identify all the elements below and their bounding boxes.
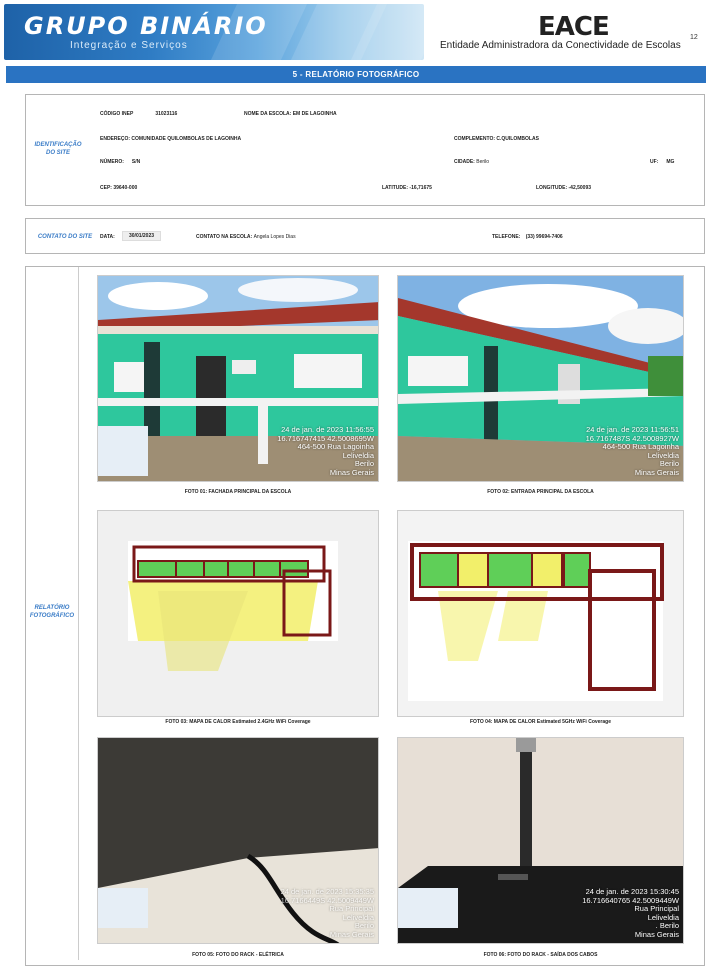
school-field: NOME DA ESCOLA: EM DE LAGOINHA	[244, 111, 337, 117]
photo-02-entrance: 24 de jan. de 2023 11:56:51 16.7167487S …	[397, 275, 684, 482]
number-field: NÚMERO: S/N	[100, 159, 141, 165]
contact-field: CONTATO NA ESCOLA: Angela Lopes Dias	[196, 234, 296, 240]
photo-05-caption: FOTO 05: FOTO DO RACK - ELÉTRICA	[192, 952, 284, 958]
photo-06-geotag: 24 de jan. de 2023 15:30:45 16.716640765…	[582, 887, 679, 939]
eace-logo: EACE	[538, 12, 610, 42]
logo-title: GRUPO BINÁRIO	[24, 12, 268, 40]
logo-subtitle: Integração e Serviços	[70, 40, 188, 51]
inep-field: CÓDIGO INEP 31023116	[100, 111, 178, 117]
longitude-field: LONGITUDE: -42,50093	[536, 185, 592, 191]
photo-05-rack-electrical: 24 de jan. de 2023 15:35:35 16.7166449S …	[97, 737, 379, 944]
latitude-field: LATITUDE: -16,71675	[382, 185, 432, 191]
page-header: GRUPO BINÁRIO Integração e Serviços EACE…	[0, 0, 712, 64]
photo-02-caption: FOTO 02: ENTRADA PRINCIPAL DA ESCOLA	[487, 489, 594, 495]
photo-01-caption: FOTO 01: FACHADA PRINCIPAL DA ESCOLA	[184, 489, 292, 495]
phone-field: TELEFONE: (33) 99694-7406	[492, 234, 563, 240]
eace-fullname: Entidade Administradora da Conectividade…	[440, 40, 681, 51]
photo-06-rack-cables: 24 de jan. de 2023 15:30:45 16.716640765…	[397, 737, 684, 944]
identification-side-label: IDENTIFICAÇÃO DO SITE	[34, 142, 82, 156]
photo-04-caption: FOTO 04: MAPA DE CALOR Estimated 5GHz Wi…	[470, 719, 611, 725]
report-side-label: RELATÓRIO FOTOGRÁFICO	[29, 605, 75, 619]
photo-01-facade: 24 de jan. de 2023 11:56:55 16.716747415…	[97, 275, 379, 482]
page-number: 12	[690, 34, 698, 41]
complement-field: COMPLEMENTO: C.QUILOMBOLAS	[454, 136, 539, 142]
city-field: CIDADE: Berilo	[454, 159, 490, 165]
photo-06-caption: FOTO 06: FOTO DO RACK - SAÍDA DOS CABOS	[483, 952, 598, 958]
contact-side-label: CONTATO DO SITE	[37, 234, 93, 240]
photo-01-geotag: 24 de jan. de 2023 11:56:55 16.716747415…	[277, 425, 374, 477]
date-label: DATA:	[100, 234, 115, 240]
uf-field: UF: MG	[650, 159, 675, 165]
date-value: 30/01/2023	[122, 231, 162, 241]
identification-box: IDENTIFICAÇÃO DO SITE CÓDIGO INEP 3102311…	[25, 94, 705, 206]
photo-02-geotag: 24 de jan. de 2023 11:56:51 16.7167487S …	[585, 425, 679, 477]
photo-03-caption: FOTO 03: MAPA DE CALOR Estimated 2.4GHz …	[165, 719, 311, 725]
section-title-bar: 5 - RELATÓRIO FOTOGRÁFICO	[6, 66, 706, 83]
address-field: ENDEREÇO: COMUNIDADE QUILOMBOLAS DE LAGO…	[100, 136, 242, 142]
photo-04-heatmap-5ghz	[397, 510, 684, 717]
cep-field: CEP: 39640-000	[100, 185, 138, 191]
grupo-binario-logo: GRUPO BINÁRIO Integração e Serviços	[4, 4, 424, 60]
report-divider	[78, 267, 79, 960]
photo-05-geotag: 24 de jan. de 2023 15:35:35 16.7166449S …	[280, 887, 374, 939]
contact-box: CONTATO DO SITE DATA: 30/01/2023 CONTATO…	[25, 218, 705, 254]
photo-03-heatmap-24ghz	[97, 510, 379, 717]
